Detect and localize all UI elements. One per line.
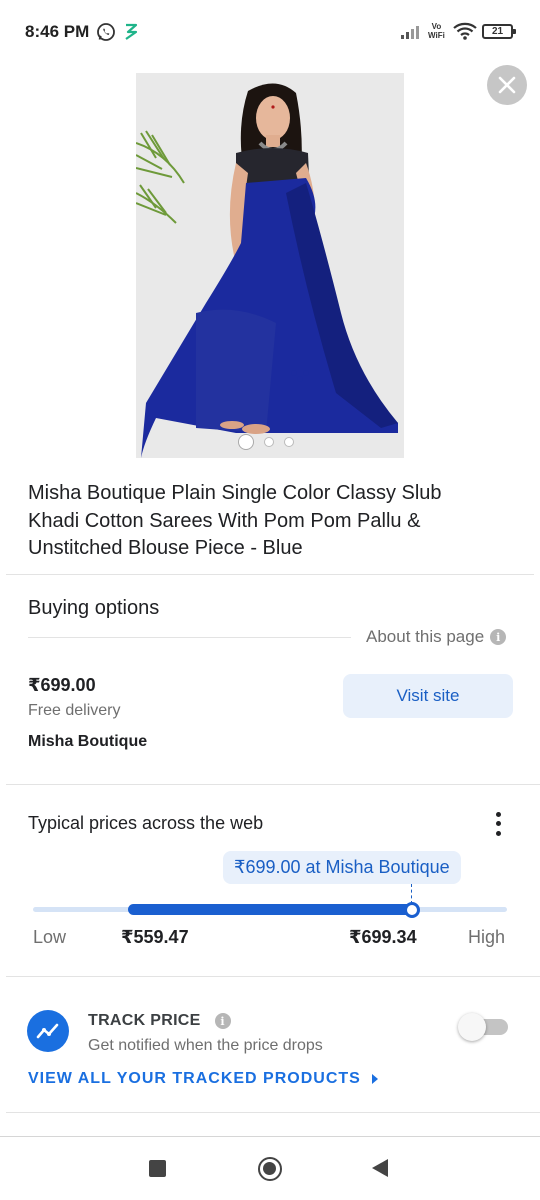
close-icon bbox=[498, 76, 516, 94]
back-button[interactable] bbox=[372, 1159, 388, 1177]
carousel-dot-3[interactable] bbox=[284, 437, 294, 447]
about-this-page-label: About this page bbox=[366, 627, 485, 646]
price-trend-icon bbox=[27, 1010, 69, 1052]
price-range-fill bbox=[128, 904, 412, 915]
recents-button[interactable] bbox=[149, 1160, 166, 1177]
status-time: 8:46 PM bbox=[25, 22, 90, 41]
more-options-icon[interactable] bbox=[487, 810, 509, 838]
carousel-dot-2[interactable] bbox=[264, 437, 274, 447]
close-button[interactable] bbox=[487, 65, 527, 105]
wifi-icon bbox=[453, 22, 477, 40]
about-this-page-link[interactable]: About this page i bbox=[366, 627, 507, 647]
current-price-tooltip: ₹699.00 at Misha Boutique bbox=[223, 851, 461, 884]
chevron-right-icon bbox=[371, 1074, 378, 1084]
product-image[interactable] bbox=[136, 73, 404, 458]
price-high-label: High bbox=[468, 927, 506, 947]
battery-icon: 21 bbox=[482, 24, 516, 39]
typical-prices-heading: Typical prices across the web bbox=[28, 813, 264, 833]
system-nav-bar bbox=[0, 1136, 540, 1200]
track-price-subtitle: Get notified when the price drops bbox=[88, 1037, 323, 1054]
view-tracked-products-link[interactable]: VIEW ALL YOUR TRACKED PRODUCTS bbox=[28, 1070, 379, 1088]
price-low-label: Low bbox=[33, 927, 67, 947]
status-bar: 8:46 PM Vo WiFi 21 bbox=[0, 0, 540, 64]
offer-seller: Misha Boutique bbox=[28, 733, 148, 750]
whatsapp-icon bbox=[97, 23, 115, 41]
offer-delivery: Free delivery bbox=[28, 702, 121, 719]
visit-site-button[interactable]: Visit site bbox=[343, 674, 513, 718]
buying-options-heading: Buying options bbox=[28, 597, 160, 619]
carousel-dot-1[interactable] bbox=[238, 434, 254, 450]
home-button[interactable] bbox=[258, 1157, 282, 1181]
divider bbox=[28, 637, 351, 638]
current-price-marker bbox=[404, 902, 420, 918]
track-price-toggle[interactable] bbox=[458, 1013, 508, 1041]
divider bbox=[6, 574, 534, 575]
info-icon[interactable]: i bbox=[214, 1013, 231, 1029]
image-carousel-dots bbox=[238, 434, 294, 450]
price-high-value: ₹699.34 bbox=[349, 927, 417, 947]
signal-icon bbox=[401, 26, 419, 39]
divider bbox=[6, 976, 540, 977]
offer-price: ₹699.00 bbox=[28, 675, 96, 695]
info-icon: i bbox=[490, 629, 507, 645]
vowifi-icon: Vo WiFi bbox=[428, 22, 445, 40]
track-price-title: TRACK PRICE i bbox=[88, 1012, 231, 1030]
z-notification-icon bbox=[125, 23, 138, 40]
divider bbox=[6, 1112, 540, 1113]
price-low-value: ₹559.47 bbox=[121, 927, 189, 947]
saree-photo bbox=[136, 73, 404, 458]
product-title: Misha Boutique Plain Single Color Classy… bbox=[28, 482, 442, 559]
divider bbox=[6, 784, 540, 785]
tooltip-pointer bbox=[411, 884, 412, 904]
